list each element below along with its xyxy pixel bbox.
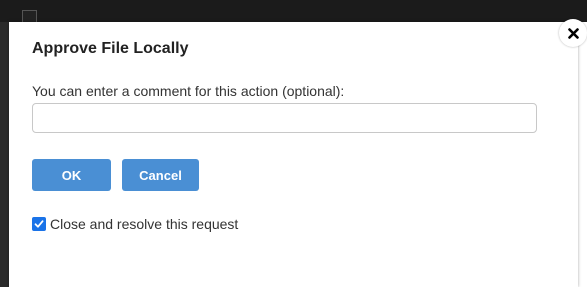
close-button[interactable] <box>559 19 587 47</box>
background-app-strip <box>0 0 587 22</box>
checkmark-icon <box>34 220 44 228</box>
close-icon <box>567 27 579 39</box>
dialog-title: Approve File Locally <box>32 40 189 57</box>
approve-file-dialog <box>9 22 578 287</box>
ok-button[interactable]: OK <box>32 159 111 191</box>
resolve-request-label: Close and resolve this request <box>50 216 239 232</box>
resolve-request-checkbox[interactable] <box>32 217 46 231</box>
cancel-button[interactable]: Cancel <box>122 159 199 191</box>
background-app-edge <box>0 22 9 287</box>
comment-prompt-label: You can enter a comment for this action … <box>32 83 345 99</box>
resolve-request-option[interactable]: Close and resolve this request <box>32 216 238 232</box>
comment-input[interactable] <box>32 103 537 133</box>
